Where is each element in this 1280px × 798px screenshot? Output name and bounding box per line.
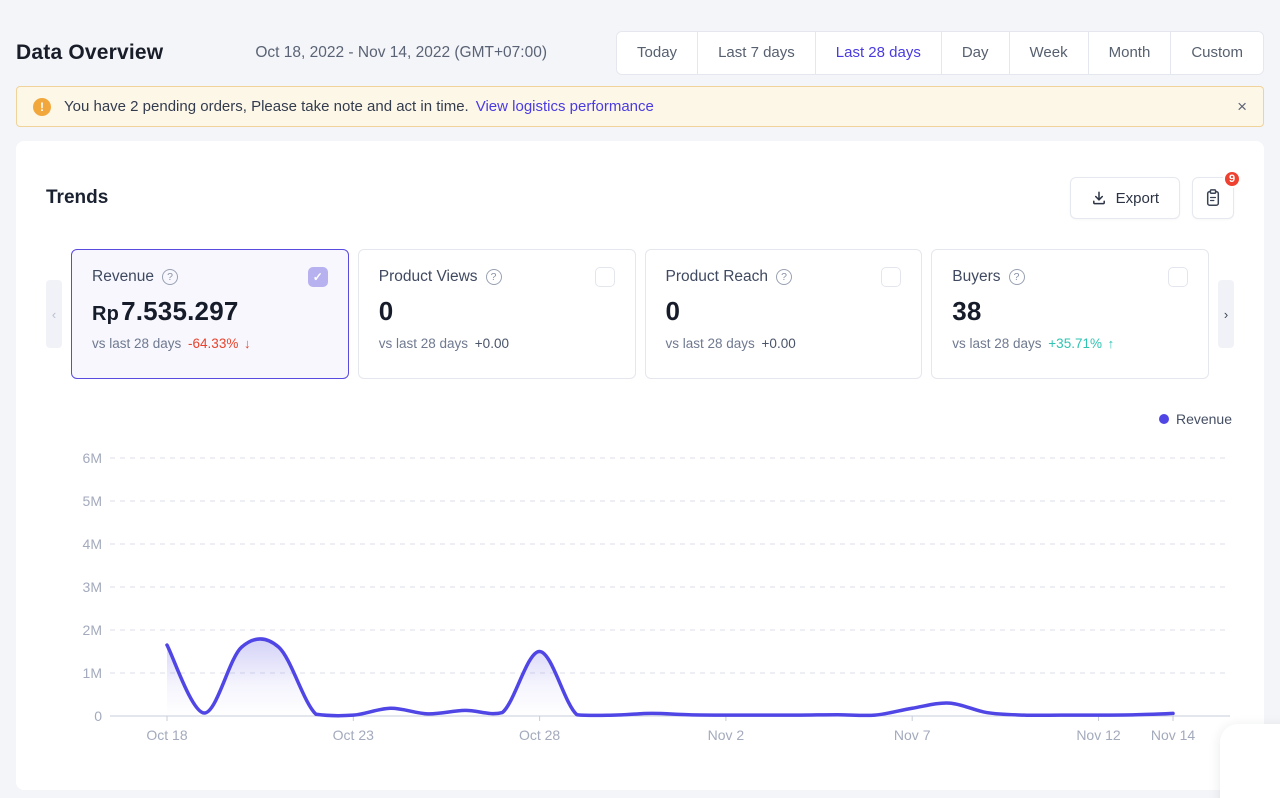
svg-text:Oct 18: Oct 18 xyxy=(146,727,187,743)
trends-header: Trends Export 9 xyxy=(46,177,1234,219)
range-tab-custom[interactable]: Custom xyxy=(1170,32,1263,74)
svg-text:0: 0 xyxy=(94,708,102,724)
trends-section: Trends Export 9 ‹ Revenue? ✓ Rp7.535.297 vs … xyxy=(16,141,1264,790)
svg-text:Oct 23: Oct 23 xyxy=(333,727,374,743)
metric-checkbox[interactable] xyxy=(1168,267,1188,287)
range-tab-last-28-days[interactable]: Last 28 days xyxy=(815,32,941,74)
banner-message: You have 2 pending orders, Please take n… xyxy=(64,98,469,115)
clipboard-icon xyxy=(1203,188,1223,208)
metric-card-head: Buyers? xyxy=(952,267,1188,287)
metric-card-revenue[interactable]: Revenue? ✓ Rp7.535.297 vs last 28 days -64.… xyxy=(71,249,349,379)
metric-label: Product Views xyxy=(379,268,478,286)
svg-text:Nov 14: Nov 14 xyxy=(1151,727,1196,743)
svg-text:1M: 1M xyxy=(83,665,102,681)
logistics-performance-link[interactable]: View logistics performance xyxy=(476,98,654,115)
help-icon[interactable]: ? xyxy=(776,269,792,285)
change-value: +0.00 xyxy=(762,336,796,351)
metric-label: Buyers xyxy=(952,268,1000,286)
svg-text:Nov 7: Nov 7 xyxy=(894,727,931,743)
carousel-next-button[interactable]: › xyxy=(1218,280,1234,348)
metric-label: Product Reach xyxy=(666,268,769,286)
metric-value: Rp7.535.297 xyxy=(92,296,328,327)
svg-text:Oct 28: Oct 28 xyxy=(519,727,560,743)
metric-card-head: Revenue? ✓ xyxy=(92,267,328,287)
svg-text:3M: 3M xyxy=(83,579,102,595)
floating-widget[interactable] xyxy=(1220,724,1280,798)
change-value: +0.00 xyxy=(475,336,509,351)
chart-legend: Revenue xyxy=(46,411,1234,427)
trends-actions: Export 9 xyxy=(1070,177,1234,219)
revenue-chart: 0 1M 2M 3M 4M 5M 6M Oct 18 Oct 23 Oct 28 Nov 2 Nov … xyxy=(70,435,1234,747)
metric-card-head: Product Views? xyxy=(379,267,615,287)
legend-dot-icon xyxy=(1159,414,1169,424)
metric-card-buyers[interactable]: Buyers? 38 vs last 28 days +35.71% ↑ xyxy=(931,249,1209,379)
trend-arrow-icon: ↑ xyxy=(1104,336,1114,351)
metric-compare: vs last 28 days +0.00 xyxy=(379,336,615,351)
metric-checkbox[interactable] xyxy=(881,267,901,287)
range-tab-today[interactable]: Today xyxy=(617,32,697,74)
svg-text:Nov 12: Nov 12 xyxy=(1076,727,1121,743)
top-bar: Data Overview Oct 18, 2022 - Nov 14, 202… xyxy=(0,0,1280,86)
svg-text:5M: 5M xyxy=(83,493,102,509)
metric-label: Revenue xyxy=(92,268,154,286)
metric-compare: vs last 28 days +0.00 xyxy=(666,336,902,351)
currency-prefix: Rp xyxy=(92,303,119,325)
svg-text:4M: 4M xyxy=(83,536,102,552)
section-title: Trends xyxy=(46,187,108,209)
notification-badge: 9 xyxy=(1223,170,1241,188)
range-tab-month[interactable]: Month xyxy=(1088,32,1171,74)
trend-arrow-icon: ↓ xyxy=(240,336,250,351)
metric-card-product-views[interactable]: Product Views? 0 vs last 28 days +0.00 xyxy=(358,249,636,379)
metric-card-product-reach[interactable]: Product Reach? 0 vs last 28 days +0.00 xyxy=(645,249,923,379)
metric-cards-row: ‹ Revenue? ✓ Rp7.535.297 vs last 28 days -64… xyxy=(46,249,1234,379)
metric-checkbox[interactable]: ✓ xyxy=(308,267,328,287)
metric-checkbox[interactable] xyxy=(595,267,615,287)
change-value: +35.71% xyxy=(1048,336,1102,351)
export-label: Export xyxy=(1116,190,1159,207)
date-range-tabs: TodayLast 7 daysLast 28 daysDayWeekMonth… xyxy=(616,31,1264,75)
date-range: Oct 18, 2022 - Nov 14, 2022 (GMT+07:00) xyxy=(255,44,547,62)
svg-text:6M: 6M xyxy=(83,450,102,466)
range-tab-week[interactable]: Week xyxy=(1009,32,1088,74)
help-icon[interactable]: ? xyxy=(162,269,178,285)
warning-icon: ! xyxy=(33,98,51,116)
metric-value: 0 xyxy=(666,296,902,327)
metric-compare: vs last 28 days +35.71% ↑ xyxy=(952,336,1188,351)
carousel-prev-button[interactable]: ‹ xyxy=(46,280,62,348)
help-icon[interactable]: ? xyxy=(486,269,502,285)
page-title: Data Overview xyxy=(16,41,163,65)
range-tab-last-7-days[interactable]: Last 7 days xyxy=(697,32,815,74)
clipboard-button[interactable]: 9 xyxy=(1192,177,1234,219)
export-button[interactable]: Export xyxy=(1070,177,1180,219)
range-tab-day[interactable]: Day xyxy=(941,32,1009,74)
metric-compare: vs last 28 days -64.33% ↓ xyxy=(92,336,328,351)
download-icon xyxy=(1091,190,1107,206)
legend-label: Revenue xyxy=(1176,411,1232,427)
svg-text:2M: 2M xyxy=(83,622,102,638)
banner-close-icon[interactable]: × xyxy=(1237,98,1247,115)
change-value: -64.33% xyxy=(188,336,238,351)
metric-value: 0 xyxy=(379,296,615,327)
metric-value: 38 xyxy=(952,296,1188,327)
help-icon[interactable]: ? xyxy=(1009,269,1025,285)
svg-text:Nov 2: Nov 2 xyxy=(708,727,745,743)
metric-card-head: Product Reach? xyxy=(666,267,902,287)
pending-orders-banner: ! You have 2 pending orders, Please take… xyxy=(16,86,1264,127)
